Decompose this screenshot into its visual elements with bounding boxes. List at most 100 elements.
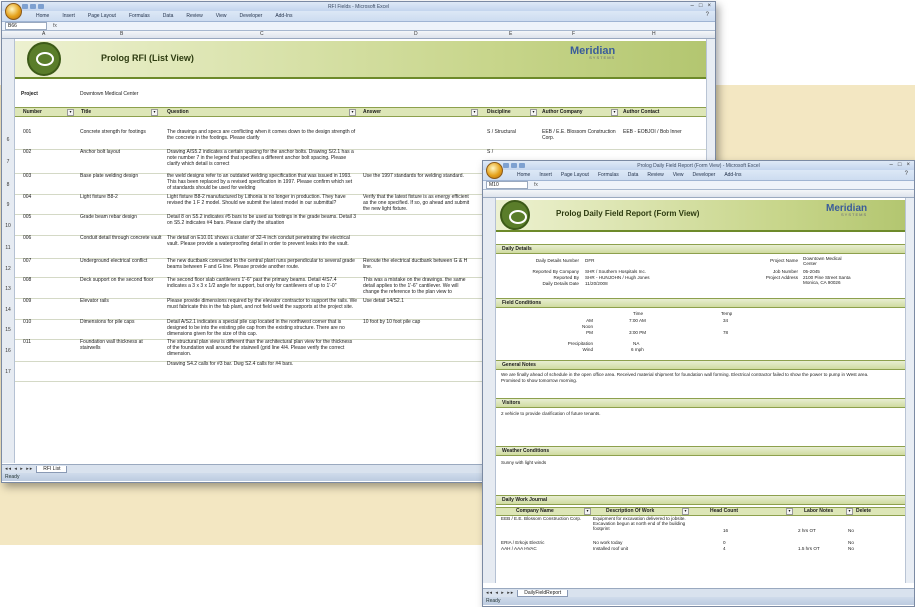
fx-icon[interactable]: fx: [53, 23, 57, 29]
filter-dropdown-icon[interactable]: ▾: [846, 508, 853, 515]
row-number[interactable]: 9: [2, 202, 14, 208]
cell-question[interactable]: The structural plan view is different th…: [167, 339, 357, 357]
cell-question[interactable]: Detail 8 on S5.2 indicates #5 bars to be…: [167, 214, 357, 226]
visitors-text[interactable]: 2 vehicle to provide clarification of fu…: [501, 411, 601, 416]
cell-title[interactable]: Anchor bolt layout: [80, 149, 162, 155]
tab-data[interactable]: Data: [163, 13, 174, 19]
tab-insert[interactable]: Insert: [62, 13, 75, 19]
filter-dropdown-icon[interactable]: ▾: [682, 508, 689, 515]
column-header-d[interactable]: D: [414, 31, 418, 37]
cell-number[interactable]: 001: [23, 129, 73, 135]
row-number[interactable]: 17: [2, 369, 14, 375]
row-number[interactable]: 11: [2, 245, 14, 251]
sheet-nav-arrows[interactable]: ◂◂ ◂ ▸ ▸▸: [5, 466, 33, 472]
value-pm-time[interactable]: 3:00 PM: [629, 330, 646, 335]
tab-add-ins[interactable]: Add-Ins: [724, 172, 741, 178]
cell-question[interactable]: Light fixture B8-2 manufactured by Litho…: [167, 194, 357, 206]
row-number[interactable]: 14: [2, 307, 14, 313]
tab-review[interactable]: Review: [186, 13, 202, 19]
filter-dropdown-icon[interactable]: ▾: [786, 508, 793, 515]
cell-title[interactable]: Light fixture B8-2: [80, 194, 162, 200]
fx-icon[interactable]: fx: [534, 182, 538, 188]
close-icon[interactable]: ×: [707, 3, 711, 9]
cell-discipline[interactable]: S /: [487, 149, 537, 155]
cell-description[interactable]: No work today: [593, 540, 691, 545]
project-value[interactable]: Downtown Medical Center: [80, 91, 138, 97]
maximize-icon[interactable]: □: [898, 162, 902, 168]
cell-company[interactable]: AAH / AAA HVAC: [501, 546, 591, 551]
cell-answer[interactable]: This was a mistake on the drawings. the …: [363, 277, 473, 295]
value-project-name[interactable]: Downtown Medical Center: [803, 256, 847, 266]
help-icon[interactable]: ?: [706, 12, 709, 18]
office-button-icon[interactable]: [5, 3, 22, 20]
cell-number[interactable]: 006: [23, 235, 73, 241]
row-number[interactable]: 7: [2, 159, 14, 165]
column-header-a[interactable]: A: [42, 31, 45, 37]
value-precipitation[interactable]: NA: [633, 341, 639, 346]
cell-question[interactable]: The new ductbank connected to the centra…: [167, 258, 357, 270]
cell-title[interactable]: Grade beam rebar design: [80, 214, 162, 220]
cell-delete[interactable]: No: [848, 540, 868, 545]
maximize-icon[interactable]: □: [699, 3, 703, 9]
tab-add-ins[interactable]: Add-Ins: [275, 13, 292, 19]
cell-discipline[interactable]: S / Structural: [487, 129, 537, 135]
value-reported-by-company[interactable]: SHR / Southern Hospitals Inc.: [585, 269, 646, 274]
cell-question[interactable]: The detail on E10.01 shows a cluster of …: [167, 235, 357, 247]
row-number[interactable]: 10: [2, 223, 14, 229]
journal-row[interactable]: AAH / AAA HVAC Installed roof unit 4 1.5 hr…: [483, 546, 914, 552]
filter-dropdown-icon[interactable]: ▾: [611, 109, 618, 116]
cell-answer[interactable]: Use the 1997 standards for welding stand…: [363, 173, 473, 179]
tab-review[interactable]: Review: [647, 172, 663, 178]
cell-head-count[interactable]: 4: [723, 546, 753, 551]
row-number[interactable]: 16: [2, 348, 14, 354]
sheet-tab-daily-field-report[interactable]: DailyFieldReport: [517, 589, 569, 597]
column-header-h[interactable]: H: [652, 31, 656, 37]
column-header-c[interactable]: C: [260, 31, 264, 37]
row-number[interactable]: 13: [2, 286, 14, 292]
value-project-address[interactable]: 2100 Pine Street Santa Monica, CA 90026: [803, 275, 853, 285]
office-button-icon[interactable]: [486, 162, 503, 179]
cell-answer[interactable]: 10 foot by 10 foot pile cap: [363, 319, 473, 325]
cell-answer[interactable]: Use detail 14/S2.1: [363, 298, 473, 304]
tab-data[interactable]: Data: [628, 172, 639, 178]
filter-dropdown-icon[interactable]: ▾: [530, 109, 537, 116]
cell-question[interactable]: Drawing A/S5.2 indicates a certain spaci…: [167, 149, 357, 167]
cell-answer[interactable]: Reroute the electrical ductbank between …: [363, 258, 473, 270]
tab-formulas[interactable]: Formulas: [129, 13, 150, 19]
cell-question[interactable]: Drawing S4.2 calls for #3 bar. Dwg S2.4 …: [167, 361, 357, 367]
vertical-scrollbar[interactable]: [905, 198, 914, 583]
cell-title[interactable]: Concrete strength for footings: [80, 129, 162, 135]
tab-insert[interactable]: Insert: [539, 172, 552, 178]
cell-title[interactable]: Foundation wall thickness at stairwells: [80, 339, 162, 351]
tab-formulas[interactable]: Formulas: [598, 172, 619, 178]
value-daily-details-date[interactable]: 11/20/2008: [585, 281, 608, 286]
cell-title[interactable]: Base plate welding design: [80, 173, 162, 179]
cell-title[interactable]: Conduit detail through concrete vault: [80, 235, 162, 241]
cell-question[interactable]: Detail A/S2.1 indicates a special pile c…: [167, 319, 357, 337]
table-row[interactable]: 6 001 Concrete strength for footings The dr…: [2, 129, 715, 150]
help-icon[interactable]: ?: [905, 171, 908, 177]
tab-home[interactable]: Home: [517, 172, 530, 178]
filter-dropdown-icon[interactable]: ▾: [349, 109, 356, 116]
general-notes-text[interactable]: We are finally ahead of schedule in the …: [501, 372, 881, 384]
value-pm-temp[interactable]: 78: [723, 330, 728, 335]
cell-question[interactable]: the weld designs refer to an outdated we…: [167, 173, 357, 191]
tab-view[interactable]: View: [216, 13, 227, 19]
cell-delete[interactable]: No: [848, 528, 868, 533]
minimize-icon[interactable]: –: [691, 3, 694, 9]
column-header-b[interactable]: B: [120, 31, 123, 37]
column-header-f[interactable]: F: [572, 31, 575, 37]
cell-number[interactable]: 005: [23, 214, 73, 220]
cell-labor-notes[interactable]: 1.5 hrs OT: [798, 546, 838, 551]
cell-title[interactable]: Elevator rails: [80, 298, 162, 304]
column-header-e[interactable]: E: [509, 31, 512, 37]
cell-delete[interactable]: No: [848, 546, 868, 551]
cell-company[interactable]: EEB / E.E. Blossom Construction Corp.: [501, 516, 591, 521]
journal-row[interactable]: EEB / E.E. Blossom Construction Corp. Equ…: [483, 516, 914, 540]
minimize-icon[interactable]: –: [890, 162, 893, 168]
cell-question[interactable]: The second floor slab cantilevers 1'-6" …: [167, 277, 357, 289]
value-daily-details-number[interactable]: DFR: [585, 258, 594, 263]
row-number[interactable]: 12: [2, 266, 14, 272]
cell-answer[interactable]: Verify that the latest fixture is as ene…: [363, 194, 473, 212]
cell-author-company[interactable]: EEB / E.E. Blossom Construction Corp.: [542, 129, 618, 141]
